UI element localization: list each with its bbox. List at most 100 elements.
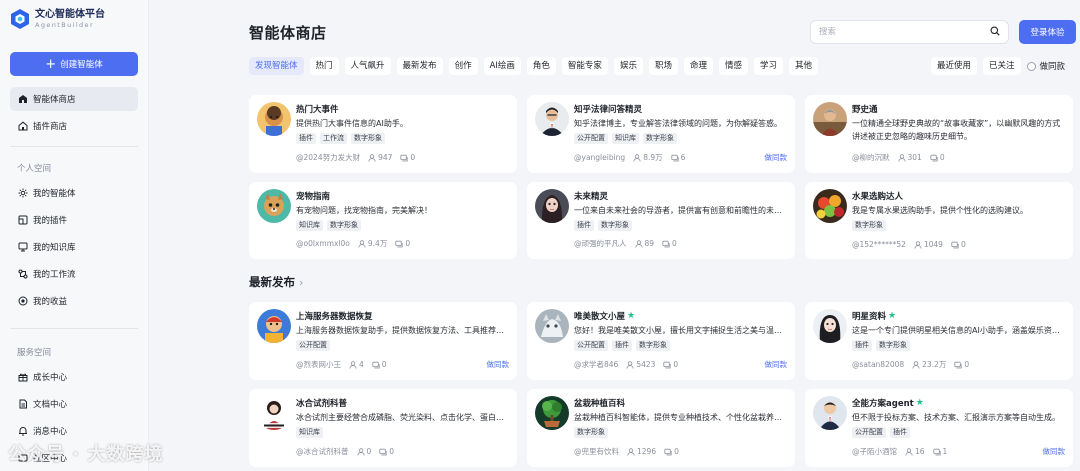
sidebar-item-label: 插件商店 <box>33 122 68 132</box>
divider <box>10 328 138 329</box>
tab-fortune[interactable]: 命理 <box>683 57 713 75</box>
agent-tag: 数字形象 <box>643 133 677 144</box>
gift-icon <box>18 372 28 382</box>
agent-card[interactable]: 明星资料 ★ 这是一个专门提供明星相关信息的AI小助手，涵盖娱乐资讯。 插件 数字… <box>805 302 1073 380</box>
same-style-link[interactable]: 做同款 <box>765 152 788 163</box>
agent-author: @yangleibing <box>574 153 626 162</box>
user-icon <box>633 153 641 162</box>
chat-icon <box>932 448 941 455</box>
agent-card[interactable]: 热门大事件 提供热门大事件信息的AI助手。 插件 工作流 数字形象 @2024努… <box>249 95 517 173</box>
agent-meta: @冰合试剂科普 0 0 <box>296 446 394 457</box>
agent-author: @求学者846 <box>574 360 619 369</box>
agent-description: 一位精通全球野史典故的“故事收藏家”，以幽默风趣的方式讲述被正史忽略的趣味历史细… <box>852 119 1061 141</box>
agent-author: @柳的沉默 <box>852 153 890 162</box>
agent-tag: 数字形象 <box>574 427 608 438</box>
radio-button[interactable] <box>1026 61 1036 71</box>
agent-tag: 数字形象 <box>598 220 632 231</box>
agent-card[interactable]: 水果选购达人 我是专属水果选购助手，提供个性化的选购建议。 数字形象 @152*… <box>805 182 1073 259</box>
same-style-link[interactable]: 做同款 <box>487 359 510 370</box>
user-icon <box>897 153 906 162</box>
verified-star-icon: ★ <box>888 311 897 321</box>
agent-meta: @yangleibing 8.9万 6 <box>574 152 685 163</box>
user-icon <box>626 360 634 369</box>
agent-avatar <box>535 309 569 343</box>
user-icon <box>634 239 643 248</box>
agent-author: @冰合试剂科普 <box>296 447 349 456</box>
agent-card[interactable]: 上海服务器数据恢复 上海服务器数据恢复助手，提供数据恢复方法、工具推荐和专业建议… <box>249 302 517 380</box>
main-content: 智能体商店 登录体验 发现智能体 热门 人气飙升 最新发布 创作 AI绘画 角色… <box>149 0 1080 471</box>
sidebar-item-my-agents[interactable]: 我的智能体 <box>10 181 138 205</box>
same-style-link[interactable]: 做同款 <box>765 359 788 370</box>
brand-subtitle: AgentBuilder <box>35 20 95 29</box>
agent-chats: 0 <box>964 360 970 369</box>
agent-users: 0 <box>366 447 372 456</box>
tab-study[interactable]: 学习 <box>754 57 784 75</box>
sidebar-item-doc-center[interactable]: 文档中心 <box>10 392 138 416</box>
agent-tags: 插件 数字形象 <box>574 220 636 231</box>
filter-followed[interactable]: 已关注 <box>983 57 1021 75</box>
agent-title: 宠物指南 <box>296 192 331 202</box>
sparkle-icon <box>18 188 28 198</box>
sidebar-item-my-plugins[interactable]: 我的插件 <box>10 208 138 232</box>
search-input[interactable] <box>819 27 990 37</box>
sidebar-item-plugin-store[interactable]: 插件商店 <box>10 114 138 138</box>
brand-logo[interactable]: 文心智能体平台 AgentBuilder <box>10 8 105 30</box>
agent-card[interactable]: 冰合试剂科普 冰合试剂主要经营合成磷脂、荧光染料、点击化学、蛋白标记产品。 知识… <box>249 389 517 467</box>
agent-tag: 知识库 <box>612 133 639 144</box>
tab-entertainment[interactable]: 娱乐 <box>613 57 643 75</box>
agent-card[interactable]: 宠物指南 有宠物问题，找宠物指南，完美解决！ 知识库 数字形象 @o0lxmmx… <box>249 182 517 259</box>
tab-other[interactable]: 其他 <box>789 57 819 75</box>
search-icon[interactable] <box>990 26 1000 39</box>
create-agent-button[interactable]: + 创建智能体 <box>10 52 138 76</box>
agent-avatar <box>535 396 569 430</box>
login-button[interactable]: 登录体验 <box>1019 20 1076 44</box>
sidebar-item-my-workflow[interactable]: 我的工作流 <box>10 262 138 286</box>
tab-ai-painting[interactable]: AI绘画 <box>483 57 521 75</box>
brand-title: 文心智能体平台 <box>35 8 105 20</box>
agent-meta: @兜里有饮料 1296 0 <box>574 446 679 457</box>
agent-meta: @o0lxmmxl0o 9.4万 0 <box>296 238 410 249</box>
agent-card[interactable]: 全能方案agent ★ 但不限于投标方案、技术方案、汇报演示方案等自动生成。 公开… <box>805 389 1073 467</box>
sidebar-item-my-knowledge[interactable]: 我的知识库 <box>10 235 138 259</box>
tab-discover[interactable]: 发现智能体 <box>249 57 304 75</box>
sidebar: 文心智能体平台 AgentBuilder + 创建智能体 智能体商店 插件商店 … <box>0 0 149 471</box>
agent-description: 我是专属水果选购助手，提供个性化的选购建议。 <box>852 206 1028 215</box>
filter-tabs: 最近使用 已关注 做同款 <box>931 57 1065 75</box>
agent-tag: 插件 <box>852 340 872 351</box>
filter-recent[interactable]: 最近使用 <box>931 57 978 75</box>
same-style-link[interactable]: 做同款 <box>1043 446 1066 457</box>
tab-experts[interactable]: 智能专家 <box>561 57 608 75</box>
tab-workplace[interactable]: 职场 <box>648 57 678 75</box>
agent-tag: 插件 <box>574 220 594 231</box>
agent-card[interactable]: 盆栽种植百科 盆栽种植百科智能体，提供专业种植技术、个性化盆栽养护指导。 数字形… <box>527 389 795 467</box>
agent-meta: @顽强的平凡人 89 0 <box>574 238 677 249</box>
sidebar-item-my-earnings[interactable]: 我的收益 <box>10 289 138 313</box>
agent-card[interactable]: 唯美散文小屋 ★ 您好！我是唯美散文小屋，擅长用文字捕捉生活之美与温情。 公开配置… <box>527 302 795 380</box>
chevron-right-icon: › <box>299 275 304 289</box>
tab-hot[interactable]: 热门 <box>309 57 339 75</box>
latest-section-heading[interactable]: 最新发布 › <box>249 274 303 290</box>
agent-chats: 0 <box>672 239 677 248</box>
sidebar-item-agent-store[interactable]: 智能体商店 <box>10 87 138 111</box>
sidebar-item-growth-center[interactable]: 成长中心 <box>10 365 138 389</box>
agent-card[interactable]: 野史通 一位精通全球野史典故的“故事收藏家”，以幽默风趣的方式讲述被正史忽略的趣… <box>805 95 1073 173</box>
same-style-label: 做同款 <box>1039 62 1066 72</box>
workflow-icon <box>18 269 28 279</box>
search-box[interactable] <box>810 20 1009 44</box>
agent-card[interactable]: 知乎法律问答精灵 知乎法律博主，专业解答法律领域的问题，为你解疑答惑。 公开配置… <box>527 95 795 173</box>
agent-author: @兜里有饮料 <box>574 447 619 456</box>
sidebar-item-label: 智能体商店 <box>33 95 76 105</box>
tab-latest[interactable]: 最新发布 <box>396 57 443 75</box>
agent-tag: 公开配置 <box>574 133 608 144</box>
sidebar-item-label: 消息中心 <box>33 427 68 437</box>
agent-card[interactable]: 未来精灵 一位来自未来社会的导游者，提供富有创意和前瞻性的未来世界描绘。 插件 … <box>527 182 795 259</box>
sidebar-item-label: 我的知识库 <box>33 243 76 253</box>
tab-trending[interactable]: 人气飙升 <box>344 57 391 75</box>
tab-roles[interactable]: 角色 <box>526 57 556 75</box>
create-agent-label: 创建智能体 <box>60 60 103 70</box>
tab-emotion[interactable]: 情感 <box>718 57 748 75</box>
latest-section-title: 最新发布 <box>249 275 295 289</box>
tab-creation[interactable]: 创作 <box>448 57 478 75</box>
agent-tags: 公开配置 插件 <box>852 427 914 438</box>
same-style-toggle[interactable]: 做同款 <box>1026 60 1066 72</box>
